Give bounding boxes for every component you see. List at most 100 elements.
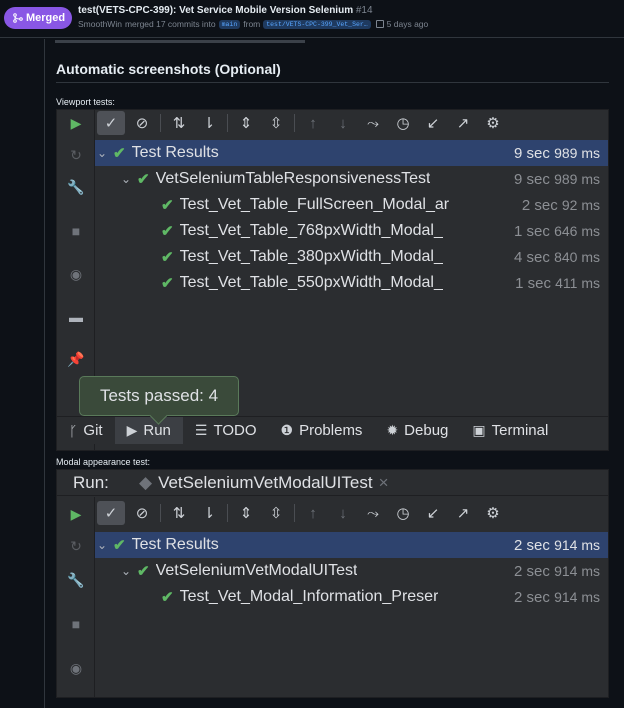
check-icon: ✔ (161, 249, 174, 266)
rerun-icon[interactable]: ▶ (67, 114, 85, 132)
sort-duration-icon[interactable]: ⇂ (194, 111, 224, 135)
row-duration: 2 sec 914 ms (511, 536, 600, 554)
next-failed-icon[interactable]: ↓ (328, 111, 358, 135)
check-icon: ✔ (161, 197, 174, 214)
layout-icon[interactable]: ▬ (67, 308, 85, 326)
duration-sec: 1 sec (515, 274, 551, 292)
run-label: Run: (73, 472, 109, 492)
rerun-failed-icon[interactable]: ↻ (67, 146, 85, 164)
duration-ms: 914 ms (554, 536, 600, 553)
history-icon[interactable]: ◷ (388, 111, 418, 135)
head-branch[interactable]: test/VETS-CPC-399_Vet_Ser… (263, 19, 371, 29)
heading-divider (56, 82, 609, 83)
run-icon: ▶ (126, 422, 138, 438)
show-passed-icon[interactable]: ✓ (97, 111, 125, 135)
settings-gear-icon[interactable]: ⚙ (478, 501, 508, 525)
row-name: Test_Vet_Table_380pxWidth_Modal_ (179, 248, 443, 265)
test-toolbar: ✓ ⊘ ⇅ ⇂ ⇕ ⇳ ↑ ↓ ⤳ ◷ ↙ ↗ ⚙ (95, 500, 608, 526)
eye-icon[interactable]: ◉ (67, 659, 85, 677)
export-icon[interactable]: ↗ (448, 111, 478, 135)
import-icon[interactable]: ↙ (418, 501, 448, 525)
sort-duration-icon[interactable]: ⇂ (194, 501, 224, 525)
settings-gear-icon[interactable]: ⚙ (478, 111, 508, 135)
modal-label: Modal appearance test: (56, 457, 151, 467)
history-icon[interactable]: ◷ (388, 501, 418, 525)
tree-row-root[interactable]: ⌄ ✔ Test Results 9 sec 989 ms (95, 140, 608, 166)
prev-failed-icon[interactable]: ↑ (298, 111, 328, 135)
expand-all-icon[interactable]: ⇕ (231, 501, 261, 525)
eye-icon[interactable]: ◉ (67, 265, 85, 283)
check-icon: ✔ (161, 589, 174, 606)
tree-row-test[interactable]: ✔ Test_Vet_Modal_Information_Preser 2 se… (95, 584, 608, 610)
row-duration: 9 sec 989 ms (511, 170, 600, 188)
row-duration: 2 sec 92 ms (518, 196, 600, 214)
tree-row-test[interactable]: ✔ Test_Vet_Table_550pxWidth_Modal_ 1 sec… (95, 270, 608, 296)
chevron-down-icon[interactable]: ⌄ (119, 564, 133, 578)
merged-label: Merged (26, 12, 66, 24)
tab-todo[interactable]: ☰ TODO (183, 417, 269, 444)
check-icon: ✔ (137, 563, 150, 580)
stop-icon[interactable]: ■ (67, 615, 85, 633)
import-icon[interactable]: ↙ (418, 111, 448, 135)
pr-title[interactable]: test(VETS-CPC-399): Vet Service Mobile V… (78, 5, 373, 16)
sort-alpha-icon[interactable]: ⇅ (164, 111, 194, 135)
tree-row-root[interactable]: ⌄ ✔ Test Results 2 sec 914 ms (95, 532, 608, 558)
cut-off-text (55, 35, 355, 43)
pr-number: #14 (355, 5, 373, 16)
show-ignored-icon[interactable]: ⊘ (127, 111, 157, 135)
rerun-failed-icon[interactable]: ↻ (67, 537, 85, 555)
collapse-all-icon[interactable]: ⇳ (261, 501, 291, 525)
chevron-down-icon[interactable]: ⌄ (95, 538, 109, 552)
tab-label: Terminal (491, 422, 549, 439)
author-link[interactable]: SmoothWin (78, 19, 122, 29)
chevron-down-icon[interactable]: ⌄ (119, 172, 133, 186)
chevron-down-icon[interactable]: ⌄ (95, 146, 109, 160)
tree-row-test[interactable]: ✔ Test_Vet_Table_380pxWidth_Modal_ 4 sec… (95, 244, 608, 270)
prev-failed-icon[interactable]: ↑ (298, 501, 328, 525)
export-icon[interactable]: ↗ (448, 501, 478, 525)
tree-row-test[interactable]: ✔ Test_Vet_Table_FullScreen_Modal_ar 2 s… (95, 192, 608, 218)
tab-terminal[interactable]: ▣ Terminal (460, 417, 560, 444)
show-ignored-icon[interactable]: ⊘ (127, 501, 157, 525)
tooltip-text: Tests passed: 4 (99, 386, 219, 405)
row-duration: 9 sec 989 ms (511, 144, 600, 162)
wrench-icon[interactable]: 🔧 (67, 178, 85, 196)
tab-debug[interactable]: ✹ Debug (374, 417, 460, 444)
duration-ms: 646 ms (554, 222, 600, 239)
import-tests-icon[interactable]: ⤳ (358, 501, 388, 525)
show-passed-icon[interactable]: ✓ (97, 501, 125, 525)
copy-icon[interactable] (375, 20, 384, 28)
comment-body: Automatic screenshots (Optional) Viewpor… (44, 39, 624, 708)
tree-row-class[interactable]: ⌄ ✔ VetSeleniumTableResponsivenessTest 9 … (95, 166, 608, 192)
duration-sec: 2 sec (514, 562, 550, 580)
duration-sec: 9 sec (514, 170, 550, 188)
tree-row-class[interactable]: ⌄ ✔ VetSeleniumVetModalUITest 2 sec 914 m… (95, 558, 608, 584)
tests-passed-tooltip: Tests passed: 4 (79, 376, 239, 416)
tab-run[interactable]: ▶ Run (114, 417, 183, 444)
tab-problems[interactable]: ❶ Problems (269, 417, 375, 444)
duration-sec: 9 sec (514, 144, 550, 162)
bug-icon: ✹ (386, 422, 399, 438)
merge-text: merged 17 commits into (124, 19, 216, 29)
pin-icon[interactable]: 📌 (67, 350, 85, 368)
tab-label: Git (83, 422, 103, 439)
tree-row-test[interactable]: ✔ Test_Vet_Table_768pxWidth_Modal_ 1 sec… (95, 218, 608, 244)
collapse-all-icon[interactable]: ⇳ (261, 111, 291, 135)
row-name: VetSeleniumVetModalUITest (155, 562, 358, 579)
stop-icon[interactable]: ■ (67, 222, 85, 240)
left-toolbar: ▶ ↻ 🔧 ■ ◉ (57, 497, 95, 697)
tab-git[interactable]: ᚴ Git (57, 417, 115, 444)
base-branch[interactable]: main (218, 19, 241, 29)
next-failed-icon[interactable]: ↓ (328, 501, 358, 525)
wrench-icon[interactable]: 🔧 (67, 571, 85, 589)
duration-ms: 840 ms (554, 248, 600, 265)
expand-all-icon[interactable]: ⇕ (231, 111, 261, 135)
rerun-icon[interactable]: ▶ (67, 505, 85, 523)
close-icon[interactable]: × (379, 473, 389, 493)
check-icon: ✔ (161, 275, 174, 292)
import-tests-icon[interactable]: ⤳ (358, 111, 388, 135)
run-tab-title[interactable]: VetSeleniumVetModalUITest (158, 473, 373, 493)
sort-alpha-icon[interactable]: ⇅ (164, 501, 194, 525)
section-heading: Automatic screenshots (Optional) (56, 61, 281, 77)
row-name: Test_Vet_Modal_Information_Preser (179, 588, 439, 605)
